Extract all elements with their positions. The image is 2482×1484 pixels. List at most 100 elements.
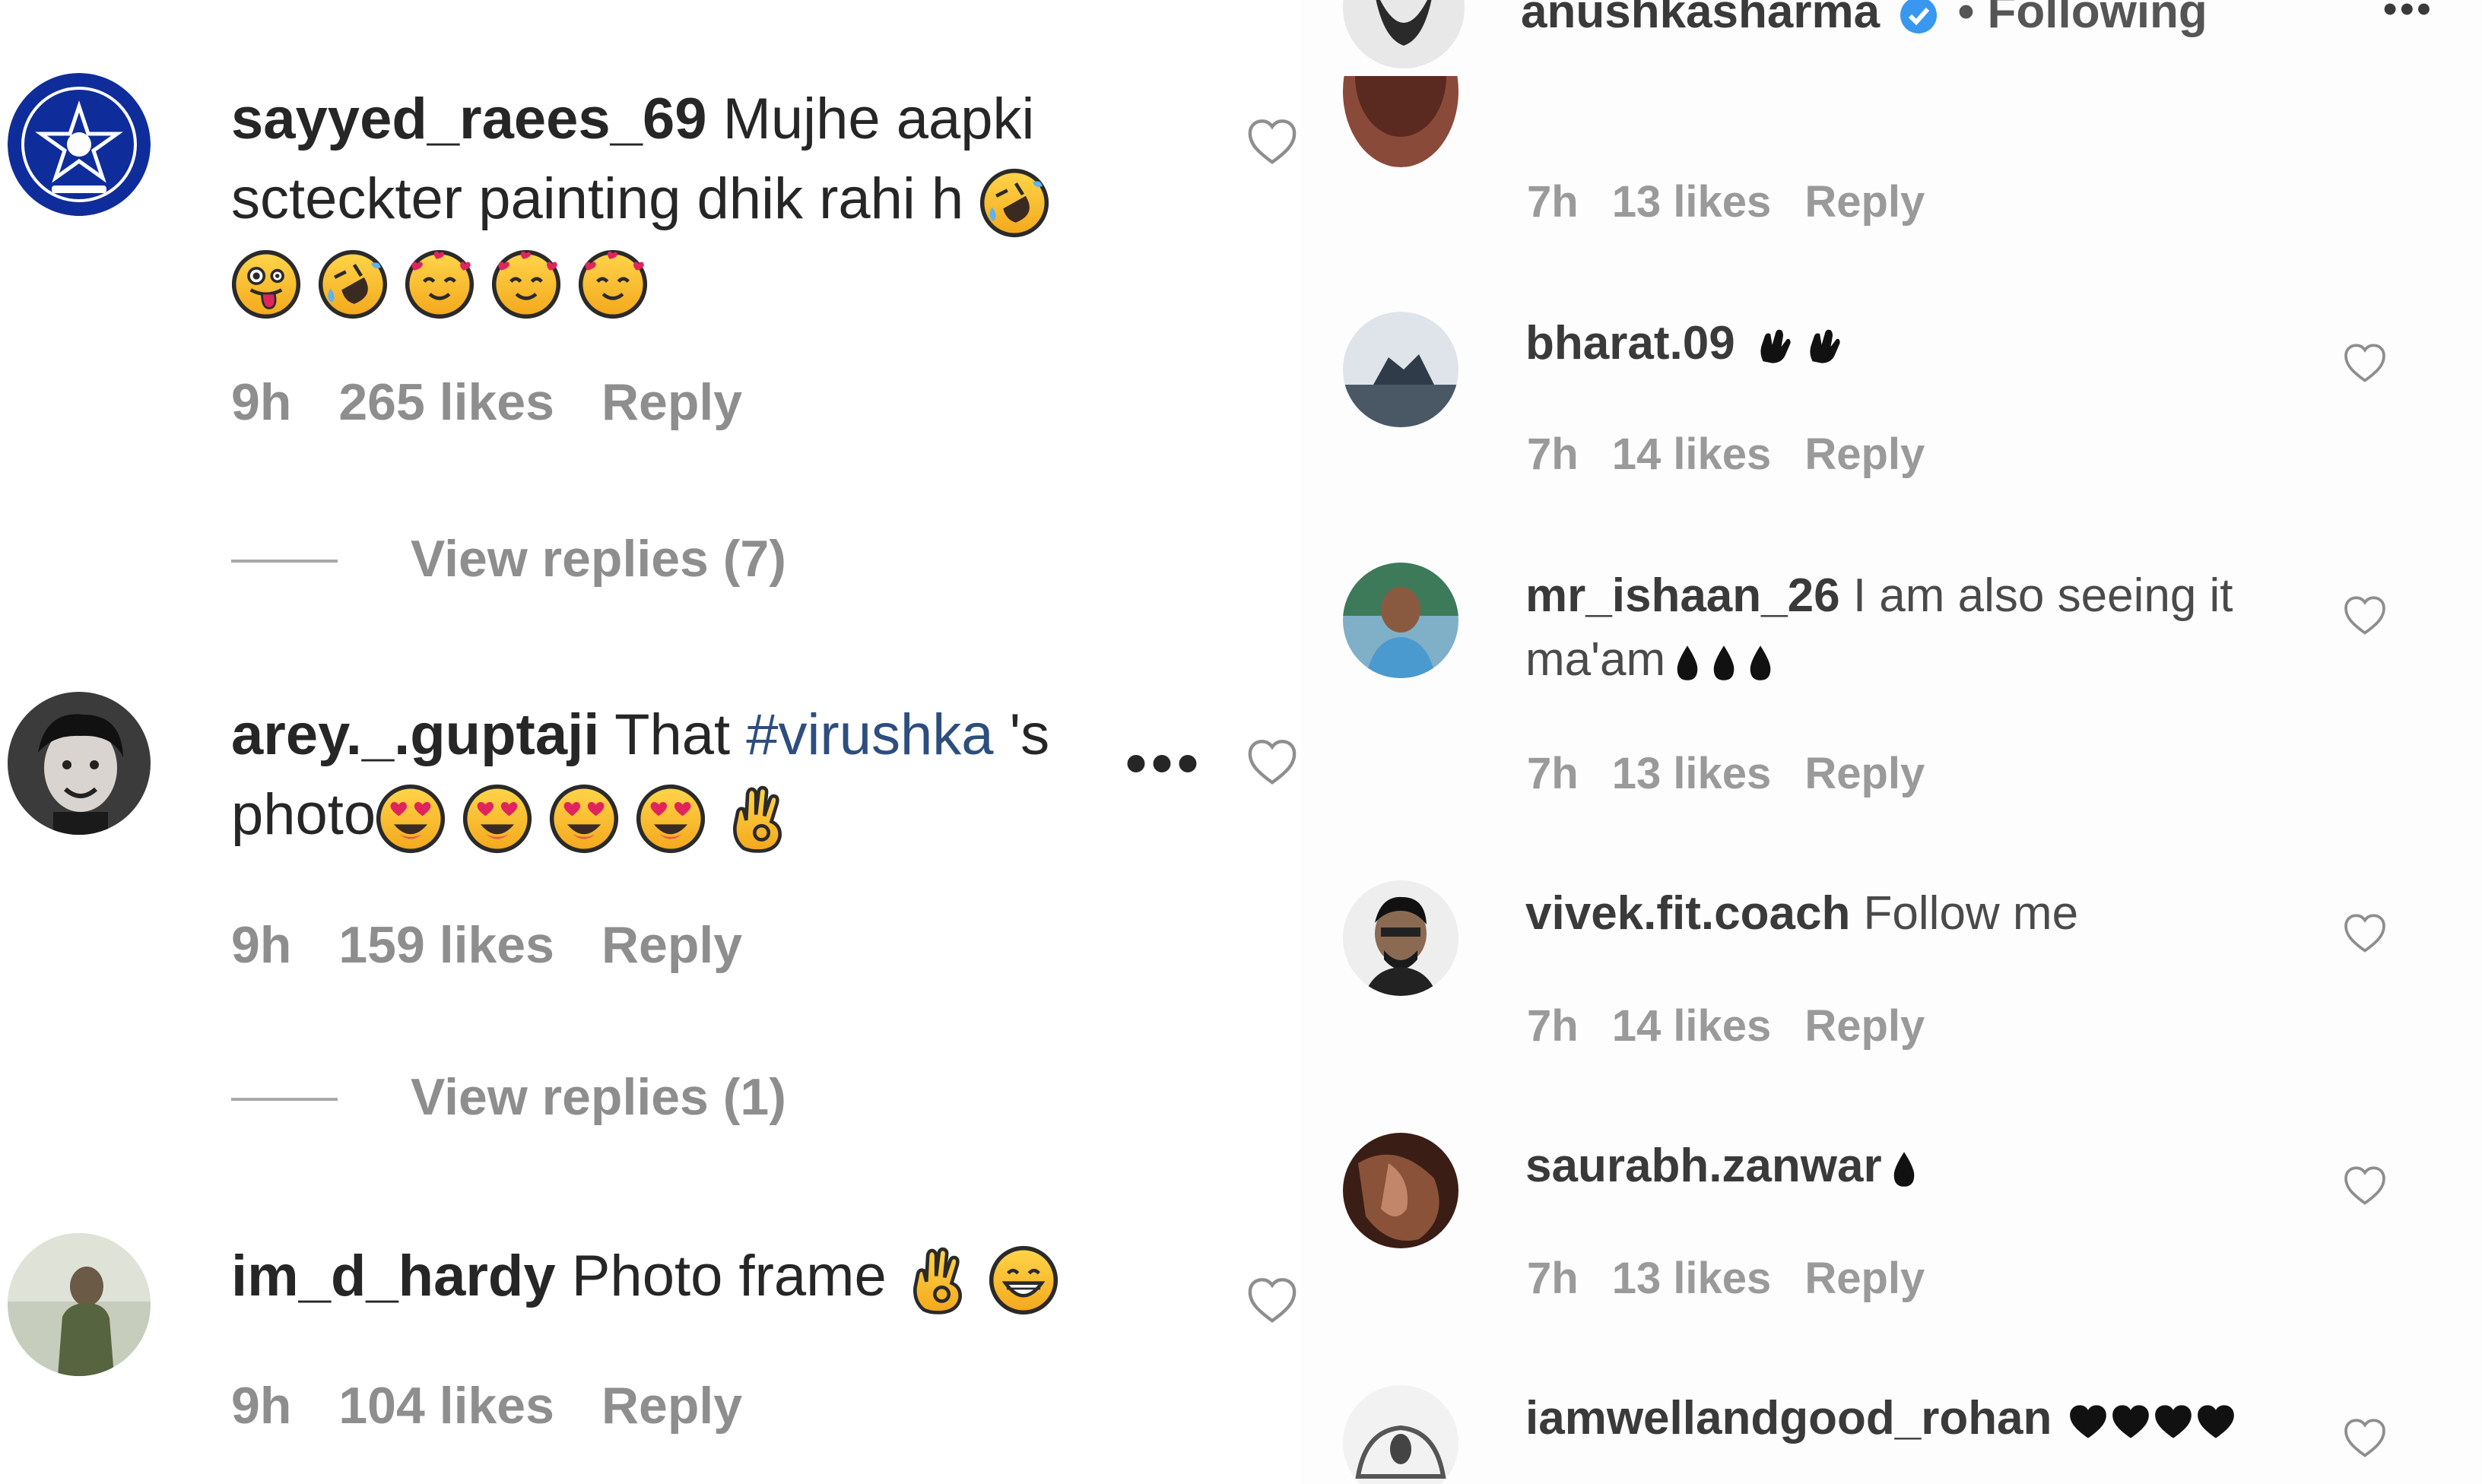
reply-button[interactable]: Reply	[1804, 1001, 1925, 1051]
ok-hand-emoji-icon	[722, 784, 792, 854]
avatar[interactable]	[1343, 880, 1458, 996]
smiling-hearts-emoji-icon	[405, 249, 474, 319]
avatar[interactable]	[1343, 312, 1458, 427]
avatar[interactable]	[8, 1233, 151, 1376]
header-username[interactable]: anushkasharma	[1521, 0, 1880, 38]
comment-time: 7h	[1527, 177, 1579, 227]
ok-hand-emoji-icon	[903, 1245, 973, 1315]
comment-time: 7h	[1527, 1001, 1579, 1051]
comment-text: arey._.guptaji That #virushka 's photo	[231, 695, 1083, 855]
reply-button[interactable]: Reply	[1804, 177, 1925, 227]
avatar[interactable]	[1343, 1385, 1458, 1484]
divider-line	[231, 560, 338, 563]
heart-eyes-emoji-icon	[549, 784, 619, 854]
heart-eyes-emoji-icon	[462, 784, 532, 854]
comment-username[interactable]: im_d_hardy	[231, 1244, 556, 1308]
like-heart-icon[interactable]	[2342, 341, 2388, 386]
comment-text: vivek.fit.coach Follow me	[1525, 882, 2286, 946]
reply-button[interactable]: Reply	[601, 916, 742, 974]
heart-eyes-emoji-icon	[376, 784, 446, 854]
comment-text: im_d_hardy Photo frame	[231, 1236, 1090, 1316]
like-heart-icon[interactable]	[1246, 736, 1299, 789]
black-heart-emoji-icon	[2154, 1403, 2193, 1440]
like-heart-icon[interactable]	[2342, 1416, 2388, 1461]
like-heart-icon[interactable]	[2342, 1163, 2388, 1209]
comment-likes[interactable]: 13 likes	[1612, 1254, 1772, 1303]
heart-eyes-emoji-icon	[636, 784, 706, 854]
like-heart-icon[interactable]	[2342, 911, 2388, 956]
reply-button[interactable]: Reply	[601, 1377, 742, 1435]
comment-body: Photo frame	[571, 1244, 887, 1308]
verified-badge-icon	[1900, 0, 1938, 33]
hashtag-link[interactable]: #virushka	[746, 702, 993, 767]
view-replies-label: View replies (1)	[411, 1068, 786, 1126]
comment-time: 9h	[231, 373, 292, 431]
comment-username[interactable]: bharat.09	[1525, 317, 1735, 369]
comment-username[interactable]: iamwellandgood_rohan	[1525, 1392, 2052, 1444]
avatar[interactable]	[8, 73, 151, 216]
comment-time: 7h	[1527, 430, 1579, 479]
black-heart-emoji-icon	[2111, 1403, 2150, 1440]
comment-username[interactable]: saurabh.zanwar	[1525, 1140, 1882, 1192]
follow-status[interactable]: • Following	[1958, 0, 2207, 38]
drop-emoji-icon	[1890, 1150, 1919, 1188]
comment-username[interactable]: sayyed_raees_69	[231, 87, 706, 151]
hand-emoji-icon	[1756, 328, 1792, 365]
avatar[interactable]	[1343, 76, 1458, 167]
reply-button[interactable]: Reply	[1804, 430, 1925, 479]
comment-text: mr_ishaan_26 I am also seeing it ma'am	[1525, 564, 2286, 692]
comment-meta: 7h 13 likes Reply	[1527, 176, 1958, 227]
comment-username[interactable]: vivek.fit.coach	[1525, 887, 1850, 940]
like-heart-icon[interactable]	[1246, 116, 1299, 169]
comment-likes[interactable]: 13 likes	[1612, 177, 1772, 227]
right-comments-panel: anushkasharma • Following ••• 7h 13 likes…	[1300, 0, 2482, 1484]
comment-likes[interactable]: 13 likes	[1612, 749, 1772, 798]
grin-emoji-icon	[989, 1245, 1058, 1315]
drop-emoji-icon	[1746, 644, 1775, 682]
comment-body-line2: ma'am	[1525, 633, 1666, 686]
comment-username[interactable]: arey._.guptaji	[231, 702, 599, 767]
avatar[interactable]	[1343, 563, 1458, 678]
reply-button[interactable]: Reply	[1804, 749, 1925, 798]
comment-time: 7h	[1527, 1254, 1579, 1303]
comment-likes[interactable]: 159 likes	[338, 916, 554, 974]
comment-time: 7h	[1527, 749, 1579, 798]
comment-likes[interactable]: 104 likes	[338, 1377, 554, 1435]
avatar[interactable]	[1343, 1133, 1458, 1248]
comment-text: sayyed_raees_69 Mujhe aapki scteckter pa…	[231, 79, 1090, 319]
comment-meta: 7h 14 likes Reply	[1527, 1000, 1958, 1051]
comment-meta: 9h 104 likes Reply	[231, 1376, 789, 1435]
black-heart-emoji-icon	[2196, 1403, 2236, 1440]
comment-body: That	[614, 702, 731, 767]
like-heart-icon[interactable]	[2342, 593, 2388, 639]
comment-body: Follow me	[1863, 887, 2079, 940]
avatar[interactable]	[8, 692, 151, 835]
comment-body-line2: scteckter painting dhik rahi h	[231, 166, 964, 231]
comment-likes[interactable]: 14 likes	[1612, 430, 1772, 479]
comment-username[interactable]: mr_ishaan_26	[1525, 569, 1840, 622]
post-header: anushkasharma • Following	[1521, 0, 2207, 43]
like-heart-icon[interactable]	[1246, 1274, 1299, 1327]
black-heart-emoji-icon	[2068, 1403, 2108, 1440]
reply-button[interactable]: Reply	[1804, 1254, 1925, 1303]
reply-button[interactable]: Reply	[601, 373, 742, 431]
comment-meta: 9h 265 likes Reply	[231, 373, 789, 432]
comment-text: saurabh.zanwar	[1525, 1134, 2286, 1198]
drop-emoji-icon	[1673, 644, 1702, 682]
comment-meta: 7h 13 likes Reply	[1527, 748, 1958, 799]
comment-meta: 7h 13 likes Reply	[1527, 1253, 1958, 1304]
comment-likes[interactable]: 265 likes	[338, 373, 554, 431]
view-replies-label: View replies (7)	[411, 530, 786, 588]
comment-meta: 7h 14 likes Reply	[1527, 429, 1958, 480]
more-options-icon[interactable]: •••	[2383, 0, 2434, 32]
comment-likes[interactable]: 14 likes	[1612, 1001, 1772, 1051]
comment-time: 9h	[231, 1377, 292, 1435]
smiling-hearts-emoji-icon	[578, 249, 648, 319]
header-avatar[interactable]	[1343, 0, 1465, 68]
more-options-icon[interactable]: •••	[1125, 728, 1203, 798]
comment-meta: 9h 159 likes Reply	[231, 915, 789, 975]
rofl-emoji-icon	[979, 168, 1049, 238]
rofl-emoji-icon	[318, 249, 388, 319]
comment-body-suffix: 's	[1009, 702, 1050, 767]
divider-line	[231, 1098, 338, 1101]
